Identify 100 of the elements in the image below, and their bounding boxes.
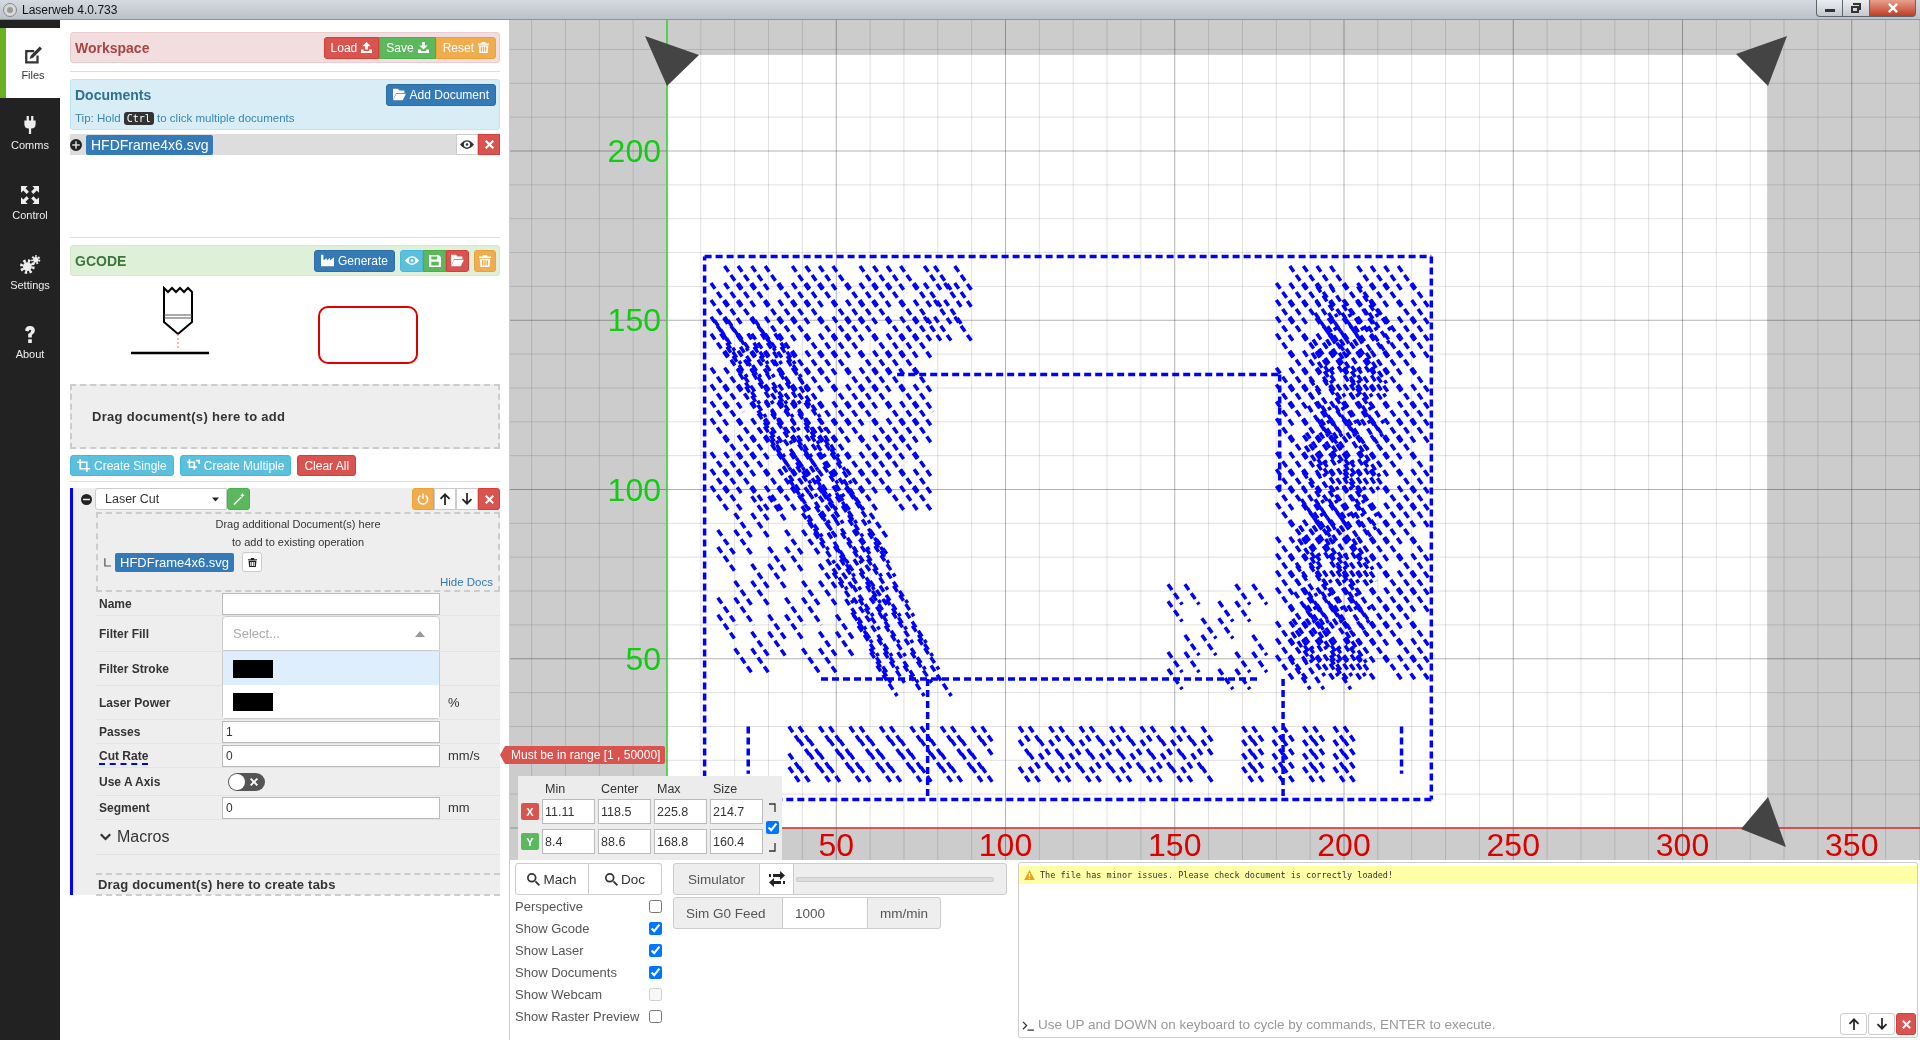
field-label: Passes [99,725,141,741]
move-down-button[interactable] [456,488,478,510]
bounds-input[interactable]: 11.11 [542,799,595,824]
remove-document-button[interactable] [242,552,263,572]
visibility-button[interactable] [456,134,478,155]
checkbox[interactable] [649,921,662,935]
gcode-title: GCODE [75,252,127,269]
error-tooltip: Must be in range [1 , 50000] [500,746,666,764]
magic-wand-icon [232,493,245,505]
crop-icon [186,459,200,472]
move-icon [21,185,39,204]
arrow-down-icon [461,493,473,505]
y-axis-label: 100 [607,471,661,508]
eye-icon [404,256,419,265]
maximize-button[interactable] [1843,0,1870,17]
bounds-input[interactable]: 214.7 [710,799,763,824]
number-input[interactable]: 0 [222,796,440,819]
swap-button[interactable] [760,864,794,894]
bounds-input[interactable]: 225.8 [654,799,707,824]
checkbox[interactable] [649,899,662,913]
bracket-icon [768,843,776,852]
column-header: Center [600,782,640,796]
bounds-input[interactable]: 8.4 [542,829,595,854]
minimize-icon [1824,9,1835,12]
generate-button[interactable]: Generate [313,249,395,272]
trash-icon [478,42,489,53]
clear-all-button[interactable]: Clear All [297,455,357,476]
chevron-down-icon [100,833,111,841]
checkbox[interactable] [649,965,662,979]
zoom-button[interactable]: Doc [589,863,662,895]
bounds-input[interactable]: 118.5 [598,799,651,824]
wand-button[interactable] [227,488,250,510]
toggle-switch[interactable] [228,772,265,791]
arrow-down-icon [1875,1018,1888,1030]
clear-console-button[interactable] [1896,1013,1916,1035]
save-gcode-button[interactable] [423,249,446,272]
unit-label: mm/s [448,748,480,763]
tree-branch-icon [104,557,111,567]
load-button[interactable]: Load [323,36,380,59]
document-name[interactable]: HFDFrame4x6.svg [115,552,235,572]
corner-marker-icon [645,36,699,86]
operation-drop-zone[interactable]: Drag additional Document(s) here to add to existing operation HFDFrame4x6.svg Hide Docs [96,512,500,592]
bounds-input[interactable]: 88.6 [598,829,651,854]
factory-icon [320,254,334,267]
document-row[interactable]: HFDFrame4x6.svg [70,134,500,155]
checkbox[interactable] [649,1009,662,1023]
option-label: Show Gcode [515,920,590,936]
option-label: Show Webcam [515,986,603,1002]
nav-tab[interactable]: Control [0,168,60,238]
command-input[interactable]: Use UP and DOWN on keyboard to cycle by commands, ENTER to execute. [1034,1013,1840,1035]
dropdown-option[interactable] [223,652,439,685]
documents-title: Documents [75,86,152,103]
bounds-input[interactable]: 160.4 [710,829,763,854]
plug-icon [24,115,36,134]
zoom-button[interactable]: Mach [515,863,589,895]
x-axis-label: 150 [1148,827,1202,860]
field-label: Filter Stroke [99,662,170,678]
add-document-button[interactable]: Add Document [385,83,496,106]
move-up-button[interactable] [434,488,456,510]
minimize-button[interactable] [1816,0,1843,17]
number-input[interactable]: 1 [222,720,440,743]
option-label: Show Raster Preview [515,1008,640,1024]
corner-marker-icon [1741,797,1786,847]
arrow-up-icon [439,493,451,505]
trash-icon [247,557,257,567]
nav-tab[interactable]: Files [0,28,60,98]
document-name[interactable]: HFDFrame4x6.svg [86,134,214,155]
search-icon [527,872,541,886]
drop-zone[interactable]: Drag document(s) here to add [70,384,500,449]
nav-tab[interactable]: Comms [0,98,60,168]
text-input[interactable] [222,592,440,615]
x-axis-label: 250 [1486,827,1540,860]
feed-label: Sim G0 Feed [673,897,783,929]
history-up-button[interactable] [1840,1013,1867,1035]
close-button[interactable] [1870,0,1916,17]
y-axis-label: 200 [607,133,661,169]
link-checkbox[interactable] [765,821,779,834]
column-header: Max [656,782,682,796]
slider-track[interactable] [796,876,994,882]
bounds-input[interactable]: 168.8 [654,829,707,854]
search-icon [605,872,618,886]
nav-tab[interactable]: About [0,308,60,378]
tabs-drop-zone[interactable]: Drag document(s) here to create tabs [96,873,500,896]
eye-icon [460,140,474,149]
x-axis-label: 50 [818,827,855,860]
operation-select[interactable]: Laser Cut [95,488,227,510]
remove-button[interactable] [478,134,500,155]
bracket-icon [768,803,776,812]
feed-input[interactable]: 1000 [783,897,867,929]
macros-toggle[interactable]: Macros [117,828,170,846]
number-input[interactable]: 0 [222,744,440,767]
history-down-button[interactable] [1868,1013,1895,1035]
nav-tab[interactable]: Settings [0,238,60,308]
arrow-up-icon [1847,1018,1860,1030]
checkbox[interactable] [649,943,662,957]
prompt-icon [1022,1021,1034,1031]
delete-button[interactable] [478,488,500,510]
hide-docs-link[interactable]: Hide Docs [439,576,493,588]
swap-icon [768,871,785,887]
open-button[interactable] [446,249,469,272]
